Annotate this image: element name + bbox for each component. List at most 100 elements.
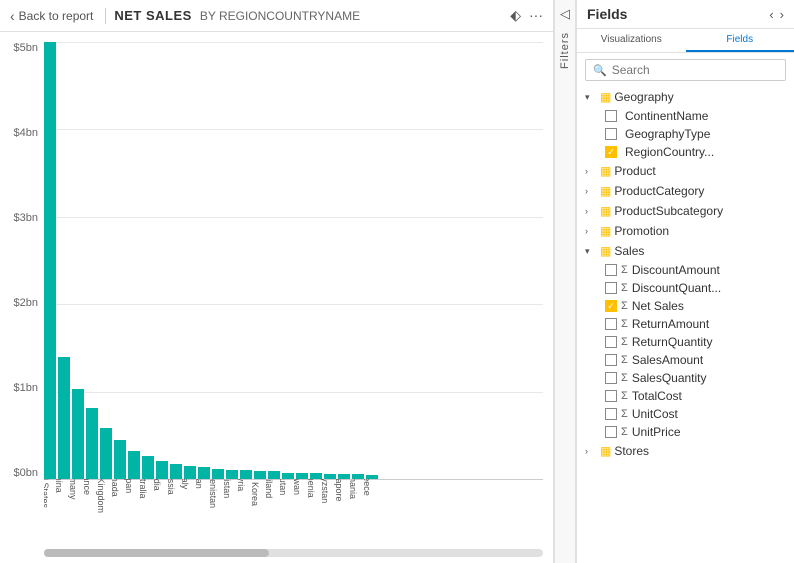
chevron-icon: › [585, 186, 597, 196]
table-icon: ▦ [600, 224, 611, 238]
checkbox[interactable] [605, 354, 617, 366]
bar[interactable] [240, 470, 252, 479]
tree-group-header-promotion[interactable]: ›▦Promotion [577, 221, 794, 241]
bar[interactable] [114, 440, 126, 479]
sigma-icon: Σ [621, 282, 628, 294]
bar[interactable] [44, 42, 56, 479]
filters-label: Filters [559, 32, 571, 69]
chevron-icon: › [585, 166, 597, 176]
tree-item[interactable]: Σ DiscountQuant... [577, 279, 794, 297]
chevron-icon: ▾ [585, 246, 597, 257]
chevron-icon: › [585, 446, 597, 456]
tree-item[interactable]: ΣSalesQuantity [577, 369, 794, 387]
tree-group-header-productcategory[interactable]: ›▦ProductCategory [577, 181, 794, 201]
panel-forward-icon[interactable]: › [780, 7, 784, 22]
bar[interactable] [254, 471, 266, 479]
bar[interactable] [142, 456, 154, 479]
chevron-icon: ▾ [585, 92, 597, 103]
filter-icon[interactable]: ⬖ [510, 7, 521, 24]
checkbox[interactable] [605, 110, 617, 122]
bars-container [44, 42, 543, 479]
tree-item[interactable]: Σ ReturnAmount [577, 315, 794, 333]
tree-group-header-product[interactable]: ›▦Product [577, 161, 794, 181]
search-icon: 🔍 [593, 64, 607, 77]
group-label: ProductCategory [614, 184, 704, 198]
table-icon: ▦ [600, 90, 611, 104]
tree-group-header-stores[interactable]: ›▦Stores [577, 441, 794, 461]
checkbox[interactable] [605, 372, 617, 384]
item-label: GeographyType [625, 127, 710, 141]
tree-group-header-productsubcategory[interactable]: ›▦ProductSubcategory [577, 201, 794, 221]
filters-panel: ◁ Filters [554, 0, 576, 563]
bar[interactable] [128, 451, 140, 479]
tree-item[interactable]: ✓ΣNet Sales [577, 297, 794, 315]
bar[interactable] [72, 389, 84, 479]
sigma-icon: Σ [621, 300, 628, 312]
bar[interactable] [156, 461, 168, 479]
bar[interactable] [212, 469, 224, 479]
bar[interactable] [184, 466, 196, 479]
checkbox[interactable] [605, 336, 617, 348]
bar[interactable] [100, 428, 112, 479]
tree-item[interactable]: ΣSalesAmount [577, 351, 794, 369]
scrollbar-thumb[interactable] [44, 549, 269, 557]
item-label: RegionCountry... [625, 145, 714, 159]
tree-group: ›▦Product [577, 161, 794, 181]
tree-item[interactable]: ΣTotalCost [577, 387, 794, 405]
chart-subtitle: BY REGIONCOUNTRYNAME [200, 9, 360, 23]
tree-item[interactable]: ΣDiscountAmount [577, 261, 794, 279]
bar[interactable] [86, 408, 98, 479]
chevron-icon: › [585, 226, 597, 236]
tree-group-header-geography[interactable]: ▾▦Geography [577, 87, 794, 107]
sigma-icon: Σ [621, 372, 628, 384]
item-label: DiscountQuant... [632, 281, 721, 295]
item-label: ReturnAmount [632, 317, 709, 331]
toolbar-left: ‹ Back to report NET SALES BY REGIONCOUN… [10, 8, 360, 24]
checkbox[interactable] [605, 128, 617, 140]
tabs-row: Visualizations Fields [577, 29, 794, 53]
checkbox[interactable]: ✓ [605, 146, 617, 158]
panel-back-icon[interactable]: ‹ [769, 7, 773, 22]
tree-item[interactable]: ΣUnitCost [577, 405, 794, 423]
checkbox[interactable] [605, 390, 617, 402]
checkbox[interactable] [605, 264, 617, 276]
checkbox[interactable] [605, 282, 617, 294]
tab-visualizations[interactable]: Visualizations [577, 29, 686, 52]
bar[interactable] [198, 467, 210, 479]
table-icon: ▦ [600, 184, 611, 198]
checkbox[interactable] [605, 318, 617, 330]
table-icon: ▦ [600, 164, 611, 178]
tree-group: ▾▦SalesΣDiscountAmount Σ DiscountQuant... ✓… [577, 241, 794, 441]
checkbox[interactable]: ✓ [605, 300, 617, 312]
tree-item[interactable]: ContinentName [577, 107, 794, 125]
item-label: ContinentName [625, 109, 708, 123]
sigma-icon: Σ [621, 318, 628, 330]
toolbar-icons: ⬖ ··· [510, 7, 543, 24]
bar[interactable] [58, 357, 70, 479]
y-label-2: $2bn [14, 297, 38, 309]
item-label: UnitCost [632, 407, 678, 421]
tree-item[interactable]: GeographyType [577, 125, 794, 143]
search-box[interactable]: 🔍 [585, 59, 786, 81]
search-input[interactable] [612, 63, 778, 77]
bar[interactable] [268, 471, 280, 479]
group-label: Geography [614, 90, 673, 104]
tree-group-header-sales[interactable]: ▾▦Sales [577, 241, 794, 261]
bar[interactable] [226, 470, 238, 479]
filters-collapse-icon[interactable]: ◁ [560, 6, 570, 22]
table-icon: ▦ [600, 244, 611, 258]
group-label: Product [614, 164, 655, 178]
checkbox[interactable] [605, 426, 617, 438]
horizontal-scrollbar[interactable] [44, 549, 543, 557]
group-label: Promotion [614, 224, 669, 238]
checkbox[interactable] [605, 408, 617, 420]
bar[interactable] [170, 464, 182, 479]
fields-panel-title: Fields [587, 6, 627, 22]
tree-item[interactable]: ✓ RegionCountry... [577, 143, 794, 161]
more-icon[interactable]: ··· [529, 7, 543, 24]
tab-fields[interactable]: Fields [686, 29, 794, 52]
tree-item[interactable]: ΣUnitPrice [577, 423, 794, 441]
tree-group: ›▦Promotion [577, 221, 794, 241]
back-button[interactable]: ‹ Back to report [10, 8, 106, 24]
tree-item[interactable]: ΣReturnQuantity [577, 333, 794, 351]
